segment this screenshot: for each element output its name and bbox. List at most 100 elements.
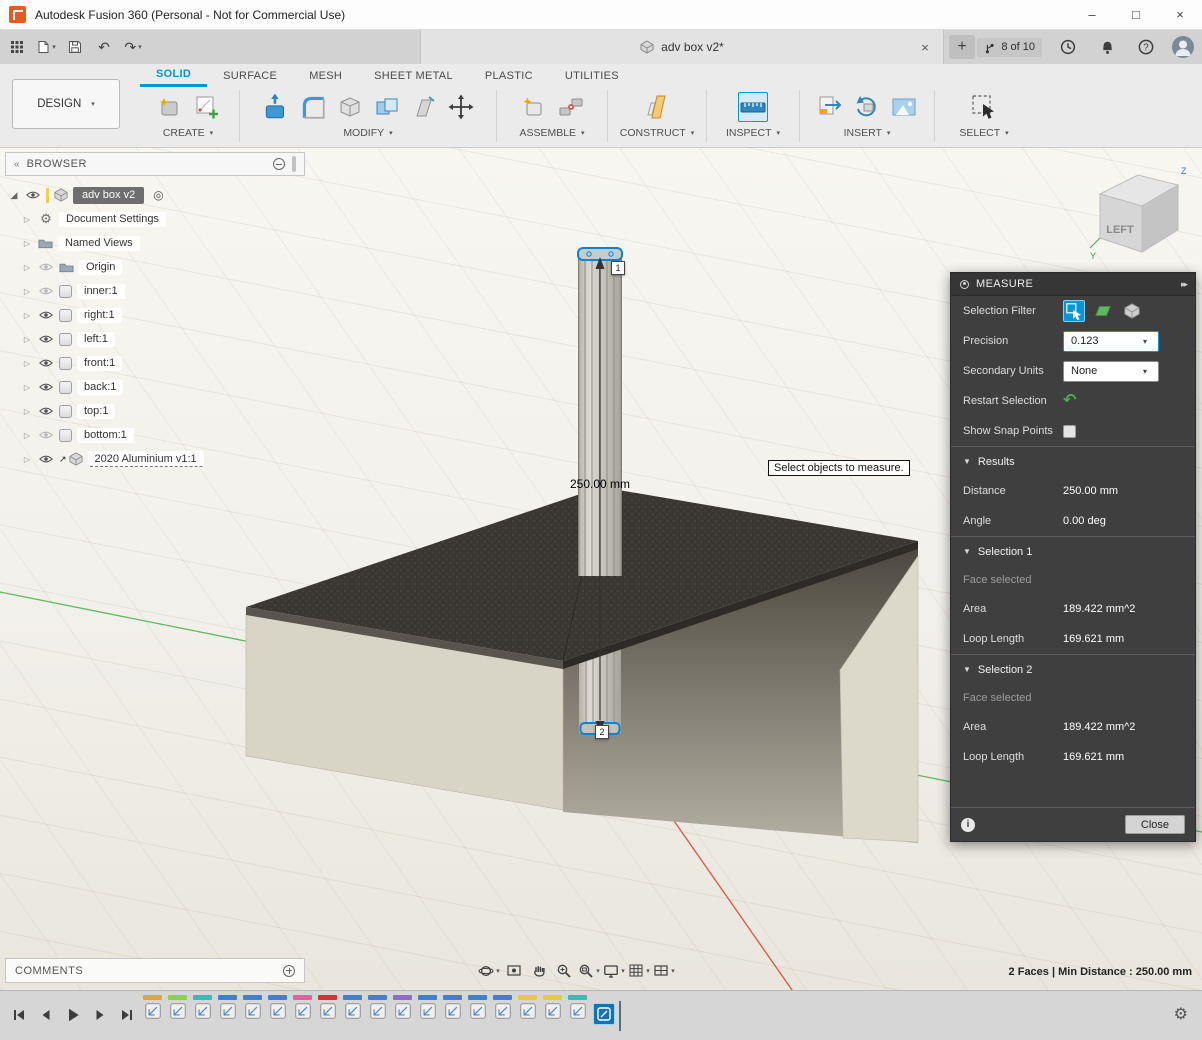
visibility-eye-icon[interactable] [38, 310, 54, 320]
joint-icon[interactable] [556, 92, 586, 122]
construct-menu[interactable]: CONSTRUCT▾ [620, 127, 694, 139]
document-tab[interactable]: adv box v2* × [420, 30, 944, 64]
measure-dialog-header[interactable]: MEASURE ▸▸ [951, 273, 1195, 296]
visibility-eye-icon[interactable] [25, 190, 41, 200]
timeline-feature[interactable] [567, 995, 588, 1020]
expand-comments-icon[interactable] [283, 965, 295, 977]
combine-icon[interactable] [372, 92, 402, 122]
timeline-feature[interactable] [217, 995, 238, 1020]
modify-menu[interactable]: MODIFY▾ [343, 127, 392, 139]
timeline-feature[interactable] [417, 995, 438, 1020]
new-body-icon[interactable] [155, 92, 185, 122]
help-icon[interactable]: ? [1133, 34, 1159, 60]
browser-item-front[interactable]: ▷ front:1 [5, 351, 305, 375]
browser-header[interactable]: « BROWSER [5, 152, 305, 176]
expand-dialog-icon[interactable]: ▸▸ [1181, 279, 1186, 290]
timeline-feature[interactable] [492, 995, 513, 1020]
orbit-icon[interactable]: ▾ [478, 959, 500, 983]
workspace-selector[interactable]: DESIGN ▾ [12, 79, 120, 129]
filter-face-select-icon[interactable] [1092, 300, 1114, 322]
close-dialog-button[interactable]: Close [1125, 815, 1185, 834]
timeline-feature[interactable] [192, 995, 213, 1020]
expander-icon[interactable]: ▷ [21, 407, 33, 416]
tab-mesh[interactable]: MESH [293, 64, 358, 87]
expander-icon[interactable]: ▷ [21, 239, 33, 248]
browser-item-back[interactable]: ▷ back:1 [5, 375, 305, 399]
create-menu[interactable]: CREATE▾ [163, 127, 213, 139]
expander-icon[interactable]: ▷ [21, 215, 33, 224]
root-document-label[interactable]: adv box v2 [73, 187, 144, 204]
browser-item-named-views[interactable]: ▷ Named Views [5, 231, 305, 255]
save-button[interactable] [62, 34, 88, 60]
browser-root-item[interactable]: ◢ adv box v2 ◎ [5, 183, 305, 207]
collapse-panel-icon[interactable]: « [14, 159, 20, 170]
timeline-feature[interactable] [317, 995, 338, 1020]
look-at-icon[interactable] [503, 959, 525, 983]
tab-sheet-metal[interactable]: SHEET METAL [358, 64, 469, 87]
tab-utilities[interactable]: UTILITIES [549, 64, 635, 87]
expander-icon[interactable]: ▷ [21, 455, 33, 464]
timeline-feature[interactable] [542, 995, 563, 1020]
precision-dropdown[interactable]: 0.123 ▾ [1063, 331, 1159, 352]
results-section-header[interactable]: ▼ Results [951, 446, 1195, 476]
shell-icon[interactable] [335, 92, 365, 122]
expander-icon[interactable]: ▷ [21, 311, 33, 320]
visibility-eye-icon[interactable] [38, 406, 54, 416]
tab-close-icon[interactable]: × [917, 39, 933, 55]
selection1-section-header[interactable]: ▼ Selection 1 [951, 536, 1195, 566]
timeline-feature[interactable] [467, 995, 488, 1020]
timeline-feature[interactable] [367, 995, 388, 1020]
play-button[interactable] [62, 1004, 84, 1026]
timeline-feature[interactable] [342, 995, 363, 1020]
visibility-eye-icon[interactable] [38, 454, 54, 464]
visibility-eye-icon[interactable] [38, 358, 54, 368]
visibility-eye-icon[interactable] [38, 334, 54, 344]
secondary-units-dropdown[interactable]: None ▾ [1063, 361, 1159, 382]
tab-surface[interactable]: SURFACE [207, 64, 293, 87]
close-button[interactable]: × [1158, 0, 1202, 29]
app-grid-icon[interactable] [4, 34, 30, 60]
move-copy-icon[interactable] [446, 92, 476, 122]
viewports-icon[interactable]: ▾ [653, 959, 675, 983]
viewcube[interactable]: LEFT Y Z [1086, 160, 1192, 266]
notifications-bell-icon[interactable] [1094, 34, 1120, 60]
insert-menu[interactable]: INSERT▾ [844, 127, 891, 139]
timeline-feature[interactable] [517, 995, 538, 1020]
visibility-eye-icon[interactable] [38, 382, 54, 392]
browser-item-document-settings[interactable]: ▷ ⚙ Document Settings [5, 207, 305, 231]
inspect-menu[interactable]: INSPECT▾ [726, 127, 780, 139]
filter-body-select-icon[interactable] [1063, 300, 1085, 322]
minimize-panel-icon[interactable] [273, 158, 285, 170]
info-icon[interactable]: i [961, 818, 975, 832]
redo-button[interactable]: ↷▾ [120, 34, 146, 60]
expander-icon[interactable]: ▷ [21, 383, 33, 392]
timeline-settings-gear-icon[interactable]: ⚙ [1174, 1004, 1188, 1024]
minimize-button[interactable]: – [1070, 0, 1114, 29]
pan-hand-icon[interactable] [528, 959, 550, 983]
timeline-feature[interactable] [167, 995, 188, 1020]
offset-face-icon[interactable] [409, 92, 439, 122]
construction-plane-icon[interactable] [642, 92, 672, 122]
version-badge[interactable]: 8 of 10 [977, 38, 1042, 57]
filter-component-select-icon[interactable] [1121, 300, 1143, 322]
select-tool-icon[interactable] [969, 92, 999, 122]
undo-button[interactable]: ↶ [91, 34, 117, 60]
visibility-eye-icon[interactable] [38, 286, 54, 296]
go-to-start-button[interactable] [8, 1004, 30, 1026]
display-settings-icon[interactable]: ▾ [603, 959, 625, 983]
expander-icon[interactable]: ◢ [8, 190, 20, 201]
insert-mesh-icon[interactable] [852, 92, 882, 122]
browser-item-inner[interactable]: ▷ inner:1 [5, 279, 305, 303]
restart-selection-icon[interactable]: ↶ [1063, 393, 1076, 409]
timeline-feature[interactable] [267, 995, 288, 1020]
browser-item-origin[interactable]: ▷ Origin [5, 255, 305, 279]
panel-scrollbar[interactable] [292, 156, 296, 172]
zoom-window-icon[interactable]: ▾ [578, 959, 600, 983]
selection2-section-header[interactable]: ▼ Selection 2 [951, 654, 1195, 684]
zoom-icon[interactable] [553, 959, 575, 983]
timeline-feature[interactable] [142, 995, 163, 1020]
create-sketch-icon[interactable] [192, 92, 222, 122]
press-pull-icon[interactable] [261, 92, 291, 122]
expander-icon[interactable]: ▷ [21, 431, 33, 440]
snap-points-checkbox[interactable] [1063, 425, 1076, 438]
